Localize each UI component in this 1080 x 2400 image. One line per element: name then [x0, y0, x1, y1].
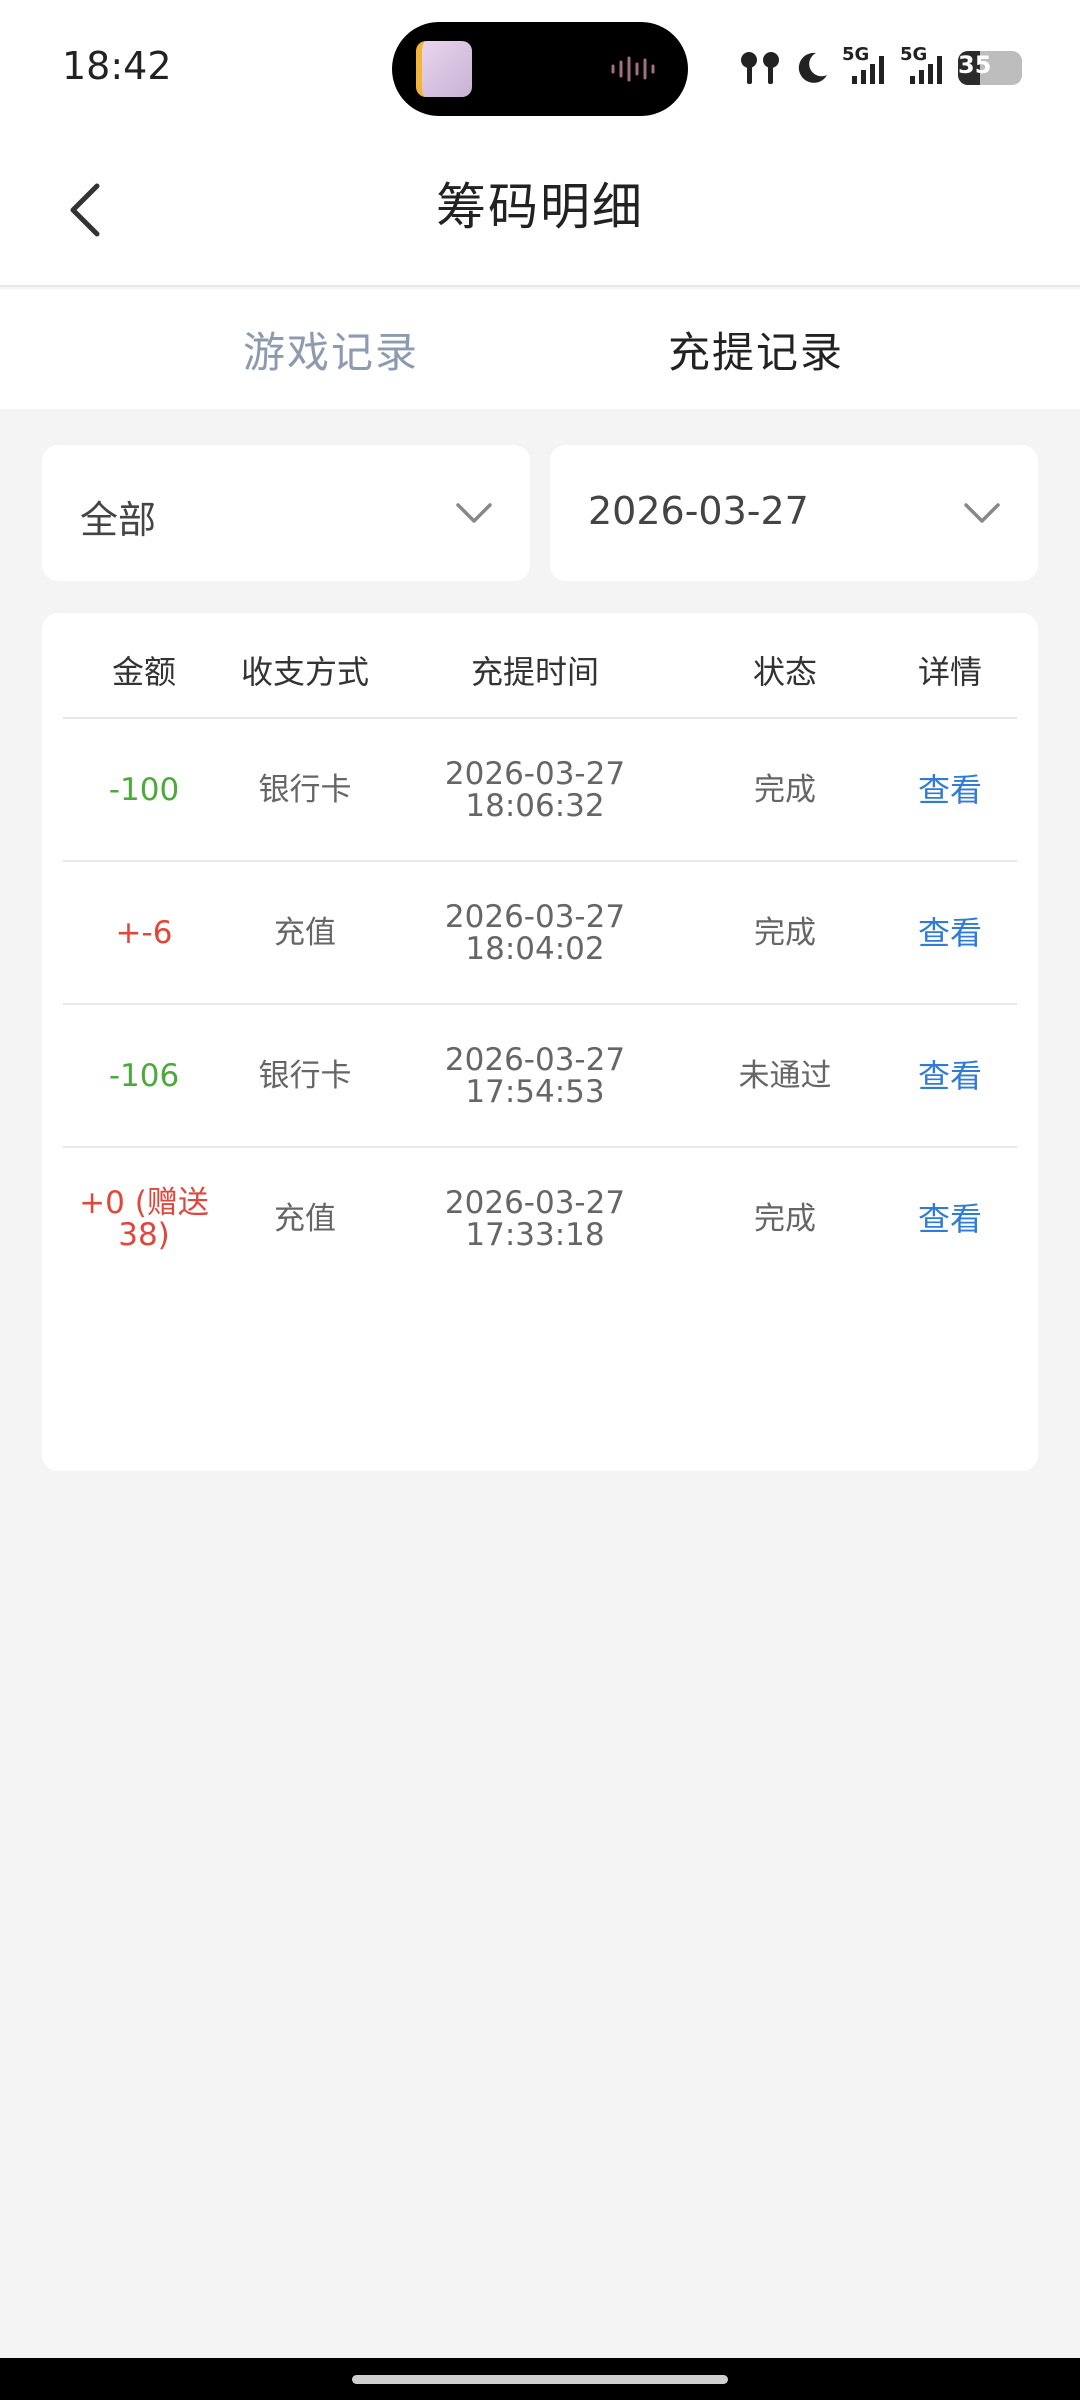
row-time-date: 2026-03-27	[444, 756, 626, 792]
row-time: 2026-03-27 18:06:32	[385, 719, 685, 861]
table-row: +-6 充值 2026-03-27 18:04:02 完成 查看	[42, 862, 1038, 1004]
battery-icon: 35	[958, 51, 1022, 85]
home-indicator[interactable]	[352, 2375, 728, 2384]
navigation-bar	[0, 2358, 1080, 2400]
column-header-status: 状态	[752, 653, 817, 691]
row-amount: -100	[108, 772, 180, 808]
row-method: 充值	[274, 1201, 336, 1237]
earbuds-icon	[741, 52, 779, 84]
type-filter-value: 全部	[80, 498, 157, 542]
row-time-date: 2026-03-27	[444, 1185, 626, 1221]
table-header: 金额 收支方式 充提时间 状态 详情	[42, 613, 1038, 719]
row-time: 2026-03-27 17:33:18	[385, 1148, 685, 1290]
row-time: 2026-03-27 17:54:53	[385, 1005, 685, 1147]
row-method: 充值	[274, 915, 336, 951]
column-header-time: 充提时间	[470, 653, 599, 691]
row-method: 银行卡	[258, 772, 352, 808]
row-view-link[interactable]: 查看	[885, 719, 1015, 861]
dynamic-island[interactable]	[392, 22, 688, 116]
type-filter-dropdown[interactable]: 全部	[42, 445, 530, 581]
battery-level: 35	[958, 51, 992, 79]
tab-deposit-withdraw-records[interactable]: 充提记录	[668, 319, 844, 380]
table-row: -106 银行卡 2026-03-27 17:54:53 未通过 查看	[42, 1005, 1038, 1147]
row-amount: +-6	[115, 915, 173, 951]
row-status: 完成	[754, 772, 816, 808]
row-view-link[interactable]: 查看	[885, 1005, 1015, 1147]
date-filter-dropdown[interactable]: 2026-03-27	[550, 445, 1038, 581]
row-amount: -106	[108, 1058, 180, 1094]
date-filter-value: 2026-03-27	[588, 489, 809, 533]
column-header-detail: 详情	[917, 653, 982, 691]
tab-game-records[interactable]: 游戏记录	[243, 319, 419, 380]
status-bar: 18:42 5G 5G 35	[0, 0, 1080, 135]
row-status: 未通过	[738, 1058, 832, 1094]
row-time-clock: 18:04:02	[465, 931, 605, 967]
moon-icon	[798, 52, 827, 83]
page-title: 筹码明细	[436, 178, 644, 236]
row-time-clock: 18:06:32	[465, 788, 605, 824]
row-method: 银行卡	[258, 1058, 352, 1094]
row-time-clock: 17:33:18	[465, 1217, 605, 1253]
status-icons: 5G 5G 35	[738, 44, 1022, 88]
row-status: 完成	[754, 915, 816, 951]
table-row: +0 (赠送38) 充值 2026-03-27 17:33:18 完成 查看	[42, 1148, 1038, 1290]
column-header-method: 收支方式	[240, 653, 369, 691]
row-view-link[interactable]: 查看	[885, 1148, 1015, 1290]
chevron-down-icon	[456, 503, 492, 523]
records-table: 金额 收支方式 充提时间 状态 详情 -100 银行卡 2026-03-27 18…	[42, 613, 1038, 1471]
signal-5g-icon: 5G	[842, 44, 888, 86]
row-time-date: 2026-03-27	[444, 1042, 626, 1078]
app-header: 筹码明细	[0, 135, 1080, 287]
row-time: 2026-03-27 18:04:02	[385, 862, 685, 1004]
media-thumbnail	[416, 41, 472, 97]
table-row: -100 银行卡 2026-03-27 18:06:32 完成 查看	[42, 719, 1038, 861]
row-time-clock: 17:54:53	[465, 1074, 605, 1110]
chevron-down-icon	[964, 503, 1000, 523]
row-amount: +0 (赠送38)	[79, 1185, 209, 1253]
status-time: 18:42	[62, 44, 172, 88]
signal-5g-icon-2: 5G	[900, 44, 946, 86]
row-view-link[interactable]: 查看	[885, 862, 1015, 1004]
row-status: 完成	[754, 1201, 816, 1237]
row-time-date: 2026-03-27	[444, 899, 626, 935]
audio-wave-icon	[611, 56, 655, 82]
column-header-amount: 金额	[111, 653, 176, 691]
tab-bar: 游戏记录 充提记录	[0, 289, 1080, 409]
